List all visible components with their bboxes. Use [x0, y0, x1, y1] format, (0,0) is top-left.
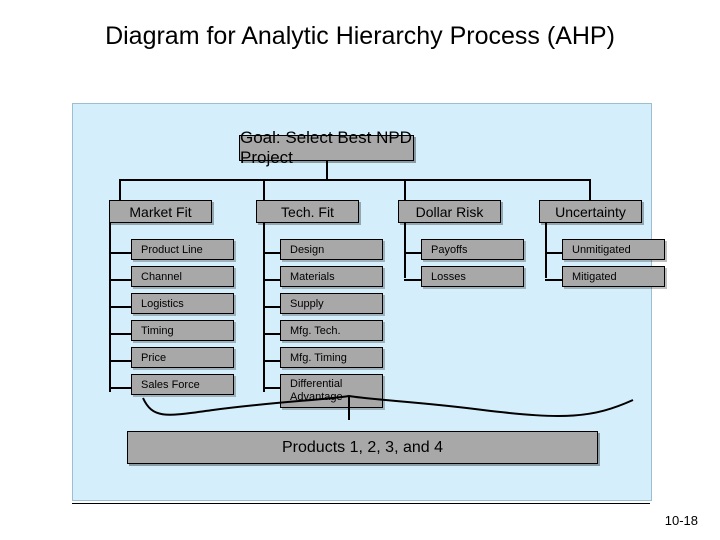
- criteria-label-market-fit: Market Fit: [129, 203, 192, 220]
- criteria-node-dollar-risk[interactable]: Dollar Risk: [398, 200, 501, 223]
- subcriteria-label: Channel: [141, 270, 182, 283]
- connector-criteria-drop-4: [589, 179, 591, 200]
- subcriteria-label: Payoffs: [431, 243, 468, 256]
- connector-stub-uncertainty-2: [545, 279, 562, 281]
- connector-stub-tech-4: [263, 333, 280, 335]
- connector-stub-tech-3: [263, 306, 280, 308]
- subcriteria-label: Price: [141, 351, 167, 364]
- connector-spine-uncertainty: [545, 222, 547, 278]
- subcriteria-label: Timing: [141, 324, 174, 337]
- subcriteria-node-payoffs[interactable]: Payoffs: [421, 239, 524, 260]
- subcriteria-node-price[interactable]: Price: [131, 347, 234, 368]
- connector-criteria-drop-2: [263, 179, 265, 200]
- subcriteria-node-sales-force[interactable]: Sales Force: [131, 374, 234, 395]
- connector-criteria-drop-1: [119, 179, 121, 200]
- page-number: 10-18: [664, 513, 698, 528]
- criteria-label-dollar-risk: Dollar Risk: [415, 203, 484, 220]
- goal-label: Goal: Select Best NPD Project: [240, 128, 412, 167]
- connector-stub-tech-2: [263, 279, 280, 281]
- subcriteria-label: Logistics: [141, 297, 184, 310]
- criteria-label-uncertainty: Uncertainty: [555, 203, 626, 220]
- connector-stub-market-3: [109, 306, 131, 308]
- criteria-label-tech-fit: Tech. Fit: [281, 203, 334, 220]
- connector-stub-market-1: [109, 252, 131, 254]
- subcriteria-node-channel[interactable]: Channel: [131, 266, 234, 287]
- criteria-node-market-fit[interactable]: Market Fit: [109, 200, 212, 223]
- criteria-node-tech-fit[interactable]: Tech. Fit: [256, 200, 359, 223]
- subcriteria-node-supply[interactable]: Supply: [280, 293, 383, 314]
- subcriteria-node-mitigated[interactable]: Mitigated: [562, 266, 665, 287]
- subcriteria-node-materials[interactable]: Materials: [280, 266, 383, 287]
- subcriteria-label: Differential Advantage: [290, 378, 343, 403]
- subcriteria-node-logistics[interactable]: Logistics: [131, 293, 234, 314]
- subcriteria-label: Losses: [431, 270, 466, 283]
- subcriteria-label: Mfg. Tech.: [290, 324, 341, 337]
- subcriteria-node-differential-advantage[interactable]: Differential Advantage: [280, 374, 383, 408]
- subcriteria-node-losses[interactable]: Losses: [421, 266, 524, 287]
- subcriteria-node-mfg-timing[interactable]: Mfg. Timing: [280, 347, 383, 368]
- connector-stub-tech-6: [263, 387, 280, 389]
- subcriteria-node-timing[interactable]: Timing: [131, 320, 234, 341]
- subcriteria-node-unmitigated[interactable]: Unmitigated: [562, 239, 665, 260]
- connector-stub-market-4: [109, 333, 131, 335]
- subcriteria-node-mfg-tech[interactable]: Mfg. Tech.: [280, 320, 383, 341]
- connector-criteria-bus: [119, 179, 590, 181]
- subcriteria-node-product-line[interactable]: Product Line: [131, 239, 234, 260]
- connector-stub-dollar-2: [404, 279, 421, 281]
- connector-stub-market-6: [109, 387, 131, 389]
- ahp-diagram-panel: Goal: Select Best NPD Project Market Fit…: [72, 103, 665, 501]
- connector-stub-tech-1: [263, 252, 280, 254]
- subcriteria-node-design[interactable]: Design: [280, 239, 383, 260]
- subcriteria-label: Mfg. Timing: [290, 351, 347, 364]
- subcriteria-label: Sales Force: [141, 378, 200, 391]
- subcriteria-label: Design: [290, 243, 325, 256]
- connector-stub-tech-5: [263, 360, 280, 362]
- connector-stub-dollar-1: [404, 252, 421, 254]
- subcriteria-label: Unmitigated: [572, 243, 631, 256]
- connector-stub-uncertainty-1: [545, 252, 562, 254]
- connector-stub-market-2: [109, 279, 131, 281]
- connector-stub-market-5: [109, 360, 131, 362]
- subcriteria-label: Supply: [290, 297, 324, 310]
- subcriteria-label: Product Line: [141, 243, 203, 256]
- page-title: Diagram for Analytic Hierarchy Process (…: [105, 22, 615, 50]
- subcriteria-label: Mitigated: [572, 270, 617, 283]
- criteria-node-uncertainty[interactable]: Uncertainty: [539, 200, 642, 223]
- alternatives-label: Products 1, 2, 3, and 4: [282, 438, 443, 456]
- alternatives-node[interactable]: Products 1, 2, 3, and 4: [127, 431, 598, 464]
- footer-divider: [72, 503, 650, 504]
- connector-criteria-drop-3: [404, 179, 406, 200]
- connector-spine-dollar-risk: [404, 222, 406, 278]
- subcriteria-label: Materials: [290, 270, 335, 283]
- goal-node[interactable]: Goal: Select Best NPD Project: [239, 128, 414, 167]
